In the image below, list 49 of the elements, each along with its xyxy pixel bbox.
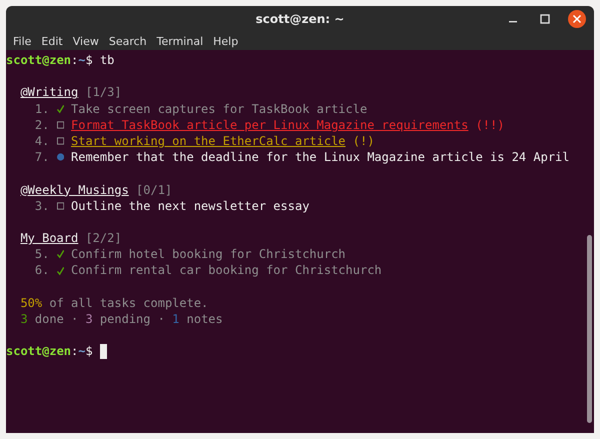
percent-complete: 50% <box>20 294 42 312</box>
prompt-path: ~ <box>78 343 86 360</box>
task-text: Take screen captures for TaskBook article <box>71 100 368 117</box>
board-count: [1/3] <box>85 84 122 101</box>
menu-item[interactable]: View <box>68 34 104 48</box>
window-title: scott@zen: ~ <box>256 12 344 26</box>
prompt-user-host: scott@zen <box>6 343 72 360</box>
prompt-symbol: $ <box>86 52 93 68</box>
scrollbar[interactable] <box>587 235 592 423</box>
task-text: Format TaskBook article per Linux Magazine requirements <box>71 116 468 133</box>
task-number: 2. <box>34 116 50 133</box>
board-count: [2/2] <box>85 230 122 246</box>
board-count: [0/1] <box>136 182 172 198</box>
prompt-separator: : <box>71 52 78 68</box>
cursor <box>100 344 108 359</box>
close-icon[interactable] <box>568 10 586 28</box>
summary-text: of all tasks complete. <box>49 294 208 312</box>
notes-count: 1 <box>172 311 180 328</box>
task-number: 6. <box>34 262 50 279</box>
board-title: @Weekly Musings <box>20 182 129 198</box>
task-text: Remember that the deadline for the Linux Magazine article is 24 April <box>71 149 570 166</box>
task-text: Outline the next newsletter essay <box>71 198 310 214</box>
task-number: 5. <box>34 246 50 262</box>
notes-label: notes <box>186 311 223 328</box>
command-text: tb <box>100 52 114 68</box>
prompt-symbol: $ <box>86 343 93 360</box>
task-text: Confirm rental car booking for Christchurch <box>71 262 382 279</box>
menu-item[interactable]: File <box>8 34 36 48</box>
pending-count: 3 <box>85 311 93 328</box>
prompt-user-host: scott@zen <box>6 52 72 68</box>
menu-item[interactable]: Edit <box>36 34 68 48</box>
task-number: 4. <box>34 132 50 150</box>
menu-item[interactable]: Terminal <box>152 34 208 48</box>
prompt-separator: : <box>71 343 78 360</box>
menu-item[interactable]: Search <box>104 34 152 48</box>
task-text: Confirm hotel booking for Christchurch <box>71 246 346 262</box>
board-title: @Writing <box>20 84 78 101</box>
priority-label: (!) <box>352 132 374 150</box>
board-title: My Board <box>20 230 78 246</box>
done-label: done · <box>34 311 78 328</box>
task-number: 3. <box>34 198 50 214</box>
task-number: 7. <box>34 149 50 166</box>
done-count: 3 <box>20 311 28 328</box>
prompt-path: ~ <box>78 52 86 68</box>
task-number: 1. <box>34 100 50 117</box>
task-text: Start working on the EtherCalc article <box>71 132 346 150</box>
menu-item[interactable]: Help <box>208 34 244 48</box>
priority-label: (!!) <box>476 116 504 133</box>
pending-label: pending · <box>100 311 165 328</box>
